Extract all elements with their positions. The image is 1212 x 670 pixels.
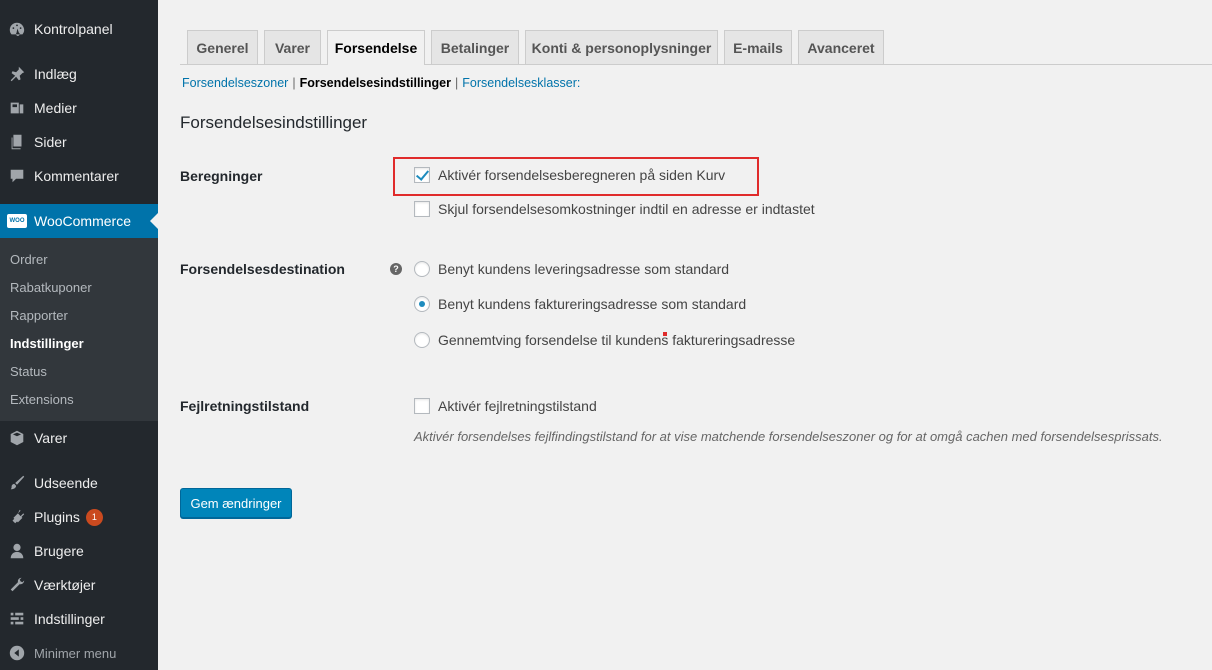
submenu-item-status[interactable]: Status: [10, 364, 47, 379]
media-icon: [7, 98, 27, 118]
menu-item-label: Indstillinger: [34, 611, 105, 627]
subnav-separator: |: [292, 76, 296, 90]
plugins-update-badge: 1: [85, 508, 103, 526]
debug-mode-label: Fejlretningstilstand: [180, 398, 310, 414]
dest-billing-address-radio[interactable]: [414, 296, 430, 312]
submenu-item-ordrer[interactable]: Ordrer: [10, 252, 48, 267]
menu-item-varer[interactable]: Varer: [0, 421, 158, 455]
woocommerce-icon: WOO: [7, 211, 27, 231]
help-icon[interactable]: ?: [390, 263, 402, 275]
pages-icon: [7, 132, 27, 152]
settings-icon: [7, 609, 27, 629]
hide-shipping-costs-label: Skjul forsendelsesomkostninger indtil en…: [438, 201, 815, 217]
pin-icon: [7, 64, 27, 84]
menu-item-vaerktoejer[interactable]: Værktøjer: [0, 568, 158, 602]
force-billing-address-option[interactable]: Gennemtving forsendelse til kundens fakt…: [414, 332, 795, 348]
dest-shipping-address-label: Benyt kundens leveringsadresse som stand…: [438, 261, 730, 277]
menu-item-indlaeg[interactable]: Indlæg: [0, 57, 158, 91]
menu-item-label: Udseende: [34, 475, 98, 491]
menu-item-label: Indlæg: [34, 66, 77, 82]
calculations-label: Beregninger: [180, 168, 263, 184]
menu-item-label: Kontrolpanel: [34, 21, 113, 37]
annotation-dot: [663, 332, 667, 336]
menu-item-label: Værktøjer: [34, 577, 96, 593]
menu-item-udseende[interactable]: Udseende: [0, 466, 158, 500]
dest-shipping-address-option[interactable]: Benyt kundens leveringsadresse som stand…: [414, 261, 729, 277]
dest-billing-address-option[interactable]: Benyt kundens faktureringsadresse som st…: [414, 296, 746, 312]
wrench-icon: [7, 575, 27, 595]
enable-shipping-calc-label: Aktivér forsendelsesberegneren på siden …: [438, 167, 726, 183]
subnav-current-settings[interactable]: Forsendelsesindstillinger: [300, 76, 451, 90]
menu-item-woocommerce[interactable]: WOO WooCommerce: [0, 204, 158, 238]
tab-forsendelse[interactable]: Forsendelse: [327, 30, 425, 65]
menu-item-kontrolpanel[interactable]: Kontrolpanel: [0, 12, 158, 46]
menu-item-plugins[interactable]: Plugins 1: [0, 500, 158, 534]
collapse-menu-button[interactable]: Minimer menu: [0, 636, 158, 670]
submenu-item-rapporter[interactable]: Rapporter: [10, 308, 68, 323]
menu-item-label: Varer: [34, 430, 68, 446]
dest-billing-address-label: Benyt kundens faktureringsadresse som st…: [438, 296, 747, 312]
menu-item-label: WooCommerce: [34, 213, 131, 229]
debug-mode-option-label: Aktivér fejlretningstilstand: [438, 398, 597, 414]
submenu-item-rabatkuponer[interactable]: Rabatkuponer: [10, 280, 92, 295]
menu-item-label: Brugere: [34, 543, 84, 559]
collapse-icon: [7, 643, 27, 663]
dest-shipping-address-radio[interactable]: [414, 261, 430, 277]
box-icon: [7, 428, 27, 448]
menu-item-label: Minimer menu: [34, 645, 117, 661]
tab-varer[interactable]: Varer: [264, 30, 321, 64]
submenu-item-indstillinger[interactable]: Indstillinger: [10, 336, 84, 351]
enable-shipping-calc-option[interactable]: Aktivér forsendelsesberegneren på siden …: [414, 167, 725, 183]
active-menu-arrow: [150, 213, 158, 229]
hide-shipping-costs-checkbox[interactable]: [414, 201, 430, 217]
menu-item-label: Plugins: [34, 509, 80, 525]
menu-item-sider[interactable]: Sider: [0, 125, 158, 159]
force-billing-address-radio[interactable]: [414, 332, 430, 348]
shipping-destination-label: Forsendelsesdestination: [180, 261, 345, 277]
force-billing-address-label: Gennemtving forsendelse til kundens fakt…: [438, 332, 796, 348]
enable-shipping-calc-checkbox[interactable]: [414, 167, 430, 183]
admin-sidebar: Kontrolpanel Indlæg Medier Sider Komment…: [0, 0, 158, 670]
debug-mode-checkbox[interactable]: [414, 398, 430, 414]
tab-avanceret[interactable]: Avanceret: [798, 30, 884, 64]
menu-item-label: Medier: [34, 100, 77, 116]
page-title: Forsendelsesindstillinger: [180, 113, 368, 132]
debug-mode-option[interactable]: Aktivér fejlretningstilstand: [414, 398, 597, 414]
hide-shipping-costs-option[interactable]: Skjul forsendelsesomkostninger indtil en…: [414, 201, 815, 217]
save-changes-button[interactable]: Gem ændringer: [180, 488, 292, 518]
tab-generel[interactable]: Generel: [187, 30, 258, 64]
subnav-link-classes[interactable]: Forsendelsesklasser:: [462, 76, 580, 90]
menu-item-label: Sider: [34, 134, 67, 150]
plugin-icon: [7, 507, 27, 527]
comment-icon: [7, 166, 27, 186]
subnav-separator: |: [455, 76, 459, 90]
shipping-subnav: Forsendelseszoner | Forsendelsesindstillin…: [182, 76, 580, 90]
tab-konti-personoplysninger[interactable]: Konti & personoplysninger: [525, 30, 718, 64]
woocommerce-submenu: Ordrer Rabatkuponer Rapporter Indstillin…: [0, 238, 158, 421]
submenu-item-extensions[interactable]: Extensions: [10, 392, 74, 407]
menu-item-medier[interactable]: Medier: [0, 91, 158, 125]
woocommerce-logo: WOO: [7, 214, 27, 228]
menu-item-label: Kommentarer: [34, 168, 119, 184]
debug-mode-description: Aktivér forsendelses fejlfindingstilstan…: [414, 429, 1163, 444]
menu-item-kommentarer[interactable]: Kommentarer: [0, 159, 158, 193]
tab-betalinger[interactable]: Betalinger: [431, 30, 519, 64]
menu-item-brugere[interactable]: Brugere: [0, 534, 158, 568]
brush-icon: [7, 473, 27, 493]
menu-item-indstillinger[interactable]: Indstillinger: [0, 602, 158, 636]
user-icon: [7, 541, 27, 561]
dashboard-icon: [7, 19, 27, 39]
subnav-link-zones[interactable]: Forsendelseszoner: [182, 76, 288, 90]
tab-emails[interactable]: E-mails: [724, 30, 792, 64]
